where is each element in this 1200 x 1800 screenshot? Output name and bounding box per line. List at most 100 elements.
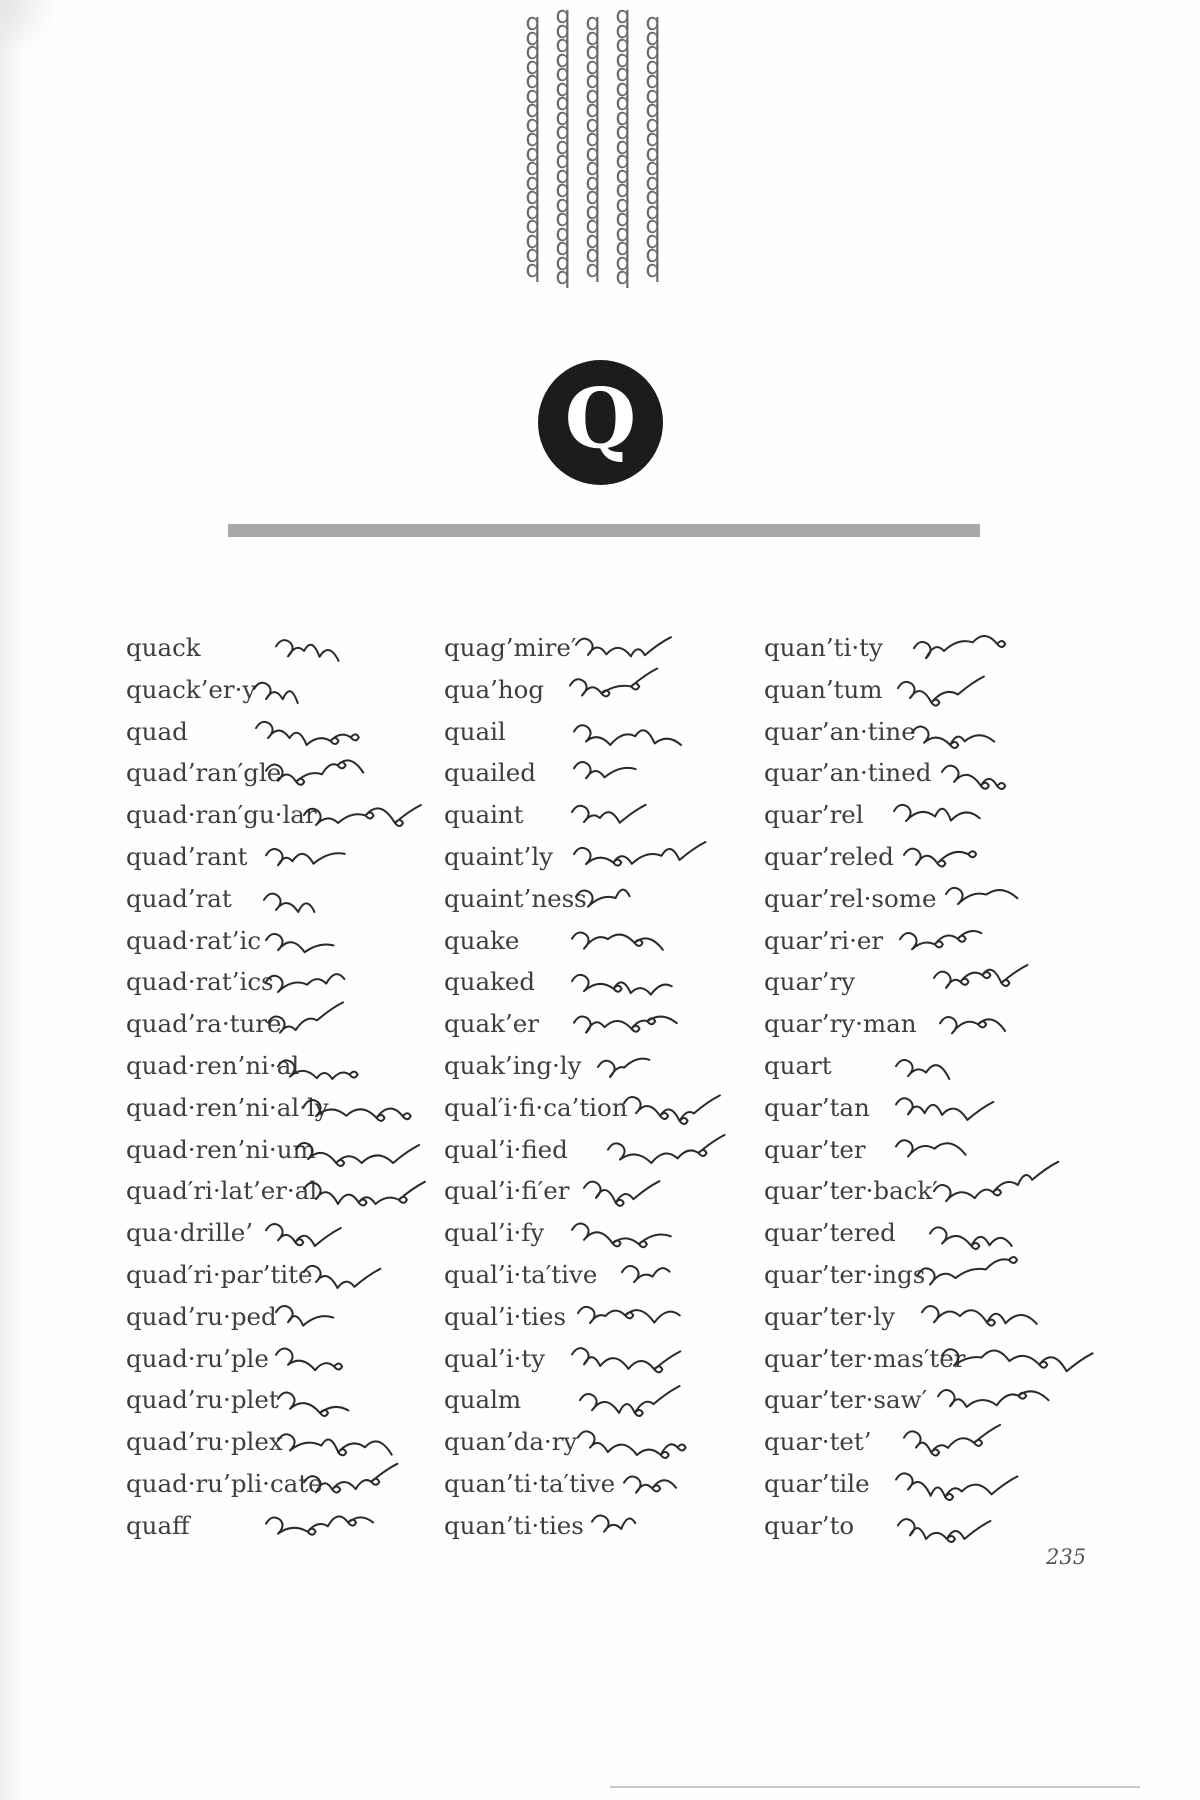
dictionary-entry: quack [126,627,446,669]
shorthand-outline [917,1255,1018,1286]
shorthand-outline [573,761,637,780]
q-pattern-column: q q q q q q q q q q q q q q q q q q q [615,8,631,288]
dictionary-entry: quad [126,711,446,753]
shorthand-outline [911,725,996,749]
dictionary-entry: quan’ti·ties [444,1505,764,1547]
entry-word: quar’tan [764,1092,870,1122]
entry-word: quack’er·y [126,674,257,704]
shorthand-outline [895,1138,967,1158]
shorthand-stroke [941,765,1007,791]
dictionary-entry: quad·rat’ics [126,961,446,1003]
entry-word: quan’da·ry [444,1427,578,1457]
shorthand-stroke [937,1389,1050,1409]
dictionary-entry: quar’reled [764,836,1094,878]
shorthand-outline [913,635,1007,660]
shorthand-outline [621,1264,671,1284]
dictionary-entry: quar’ter·ings [764,1254,1094,1296]
dictionary-entry: quad’rat [126,878,446,920]
shorthand-outline [575,888,631,908]
dictionary-entry: quad·ran′gu·lar [126,794,446,836]
shorthand-outline [303,1462,399,1494]
dictionary-entry: qualm [444,1379,764,1421]
dictionary-entry: qual’i·fi′er [444,1170,764,1212]
q-pattern-column: q q q q q q q q q q q q q q q q q q q [555,8,571,288]
shorthand-outline [573,840,707,867]
entry-word: quar’ter·back′ [764,1176,938,1206]
entry-word: quan’ti·ty [764,633,883,662]
word-column-2: quag’mire′ qua’hog quail quailed quaint quain… [444,627,764,1547]
entry-word: quar’ter·ly [764,1301,896,1331]
section-rule [228,524,980,537]
shorthand-stroke [933,964,1029,990]
shorthand-outline [895,1097,995,1121]
dictionary-entry: quad’ru·ped [126,1296,446,1338]
shorthand-outline [253,681,299,704]
entry-word: quad’rant [126,841,248,871]
dictionary-entry: quar’tile [764,1463,1094,1505]
shorthand-outline [265,973,346,994]
shorthand-outline [265,1223,342,1248]
dictionary-page: q q q q q q q q q q q q q q q q q q q q q… [0,0,1200,1800]
entry-word: quag’mire′ [444,633,577,662]
entry-word: qual′i·fi·ca’tion [444,1092,628,1122]
entry-word: quack [126,633,201,662]
shorthand-stroke [903,847,978,868]
shorthand-stroke [591,1514,637,1533]
shorthand-stroke [275,639,340,662]
shorthand-stroke [929,1226,1013,1251]
shorthand-stroke [263,892,316,913]
shorthand-outline [275,1347,344,1371]
page-number: 235 [1046,1545,1087,1569]
shorthand-stroke [623,1475,678,1494]
shorthand-stroke [577,1305,681,1324]
dictionary-entry: quar’ter·mas′ter [764,1338,1094,1380]
entry-word: quart [764,1050,832,1080]
entry-word: quad’ra·ture [126,1009,282,1039]
shorthand-stroke [911,725,996,749]
entry-word: quail [444,716,506,746]
entry-word: quad·ran′gu·lar [126,800,317,830]
shorthand-stroke [573,840,707,867]
shorthand-outline [265,932,335,953]
dictionary-entry: qual’i·fied [444,1129,764,1171]
dictionary-entry: quad′ri·lat’er·al [126,1170,446,1212]
entry-word: quak’ing·ly [444,1050,582,1080]
dictionary-entry: quar’ter [764,1129,1094,1171]
shorthand-outline [303,1098,412,1122]
shorthand-outline [571,803,647,824]
shorthand-outline [941,765,1007,791]
entry-word: quaint’ness [444,883,587,913]
entry-word: quar’tered [764,1218,896,1248]
shorthand-stroke [895,1097,995,1121]
entry-word: quar’ter [764,1134,866,1164]
entry-word: quailed [444,758,536,788]
shorthand-stroke [577,1430,687,1460]
shorthand-outline [265,848,346,867]
entry-word: quad’rat [126,883,232,913]
shorthand-outline [903,847,978,868]
shorthand-outline [591,1514,637,1533]
dictionary-entry: quad·ru’ple [126,1338,446,1380]
shorthand-outline [303,1264,382,1289]
dictionary-entry: quad’rant [126,836,446,878]
shorthand-outline [295,1141,421,1167]
shorthand-outline [903,1424,1002,1457]
dictionary-entry: quailed [444,752,764,794]
dictionary-entry: quake [444,920,764,962]
entry-word: qual’i·fied [444,1134,568,1164]
shorthand-outline [597,1057,651,1078]
shorthand-outline [933,964,1029,990]
shorthand-stroke [265,848,346,867]
letter-badge-text: Q [564,371,637,467]
scan-shadow-edge [0,0,26,1800]
shorthand-outline [569,667,659,698]
shorthand-stroke [895,1058,951,1080]
q-pattern-column: q q q q q q q q q q q q q q q q q q [645,8,661,283]
entry-word: quad’ran′gle [126,758,282,788]
entry-word: quar’rel·some [764,883,937,913]
shorthand-stroke [265,1223,342,1248]
entry-word: qualm [444,1385,522,1415]
shorthand-stroke [303,1264,382,1289]
entry-word: quad·ren’ni·al [126,1050,300,1080]
shorthand-outline [265,1515,375,1536]
